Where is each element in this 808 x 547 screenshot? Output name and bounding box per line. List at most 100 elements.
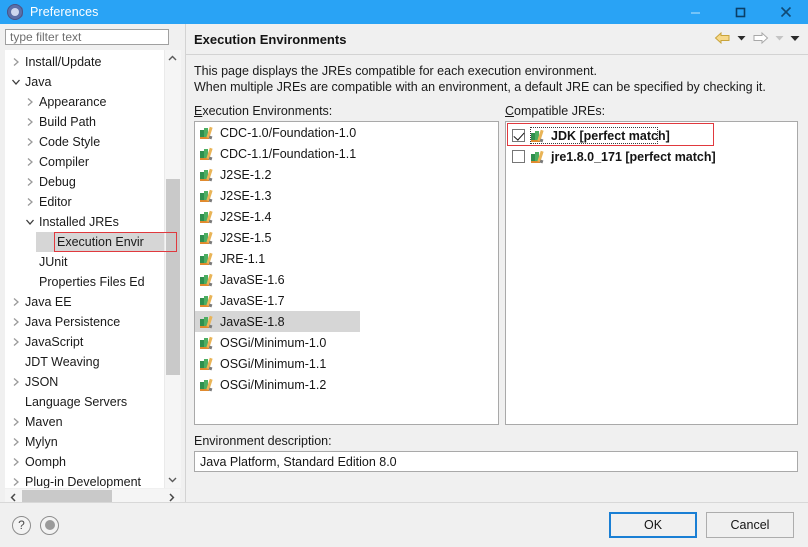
execution-environment-item[interactable]: J2SE-1.4 bbox=[195, 206, 498, 227]
back-menu-chevron-down-icon[interactable] bbox=[734, 28, 748, 48]
close-icon[interactable] bbox=[763, 0, 808, 24]
checkbox-unchecked[interactable] bbox=[512, 150, 525, 163]
sidebar-item-code-style[interactable]: Code Style bbox=[5, 132, 164, 152]
chevron-right-icon[interactable] bbox=[23, 157, 37, 167]
sidebar-item-execution-envir[interactable]: Execution Envir bbox=[5, 232, 164, 252]
sidebar-item-label: Appearance bbox=[39, 95, 107, 109]
sidebar-item-maven[interactable]: Maven bbox=[5, 412, 164, 432]
execution-environment-item[interactable]: OSGi/Minimum-1.1 bbox=[195, 353, 498, 374]
sidebar-item-oomph[interactable]: Oomph bbox=[5, 452, 164, 472]
chevron-right-icon[interactable] bbox=[9, 437, 23, 447]
tree-scroll-thumb[interactable] bbox=[165, 179, 180, 375]
sidebar-item-jdt-weaving[interactable]: JDT Weaving bbox=[5, 352, 164, 372]
sidebar-item-label: Execution Envir bbox=[57, 235, 144, 249]
sidebar-item-appearance[interactable]: Appearance bbox=[5, 92, 164, 112]
chevron-down-icon[interactable] bbox=[23, 218, 37, 226]
sidebar-item-java[interactable]: Java bbox=[5, 72, 164, 92]
jre-library-icon bbox=[200, 294, 216, 308]
sidebar-item-json[interactable]: JSON bbox=[5, 372, 164, 392]
execution-environment-item[interactable]: J2SE-1.3 bbox=[195, 185, 498, 206]
minimize-icon[interactable] bbox=[673, 0, 718, 24]
chevron-right-icon[interactable] bbox=[9, 297, 23, 307]
scroll-down-icon[interactable] bbox=[164, 471, 181, 488]
chevron-right-icon[interactable] bbox=[9, 417, 23, 427]
checkbox-checked[interactable] bbox=[512, 129, 525, 142]
sidebar-item-build-path[interactable]: Build Path bbox=[5, 112, 164, 132]
chevron-right-icon[interactable] bbox=[9, 457, 23, 467]
sidebar-item-javascript[interactable]: JavaScript bbox=[5, 332, 164, 352]
execution-environment-item[interactable]: JavaSE-1.7 bbox=[195, 290, 498, 311]
chevron-right-icon[interactable] bbox=[9, 377, 23, 387]
cancel-button[interactable]: Cancel bbox=[706, 512, 794, 538]
execution-environment-item[interactable]: J2SE-1.2 bbox=[195, 164, 498, 185]
jre-library-icon bbox=[200, 168, 216, 182]
scroll-up-icon[interactable] bbox=[164, 50, 181, 67]
gear-icon bbox=[7, 4, 23, 20]
sidebar-item-compiler[interactable]: Compiler bbox=[5, 152, 164, 172]
execution-environment-item[interactable]: J2SE-1.5 bbox=[195, 227, 498, 248]
focus-outline bbox=[530, 127, 658, 144]
maximize-icon[interactable] bbox=[718, 0, 763, 24]
execution-environment-label: J2SE-1.2 bbox=[220, 167, 272, 182]
chevron-right-icon[interactable] bbox=[23, 197, 37, 207]
apply-icon[interactable] bbox=[40, 515, 59, 535]
filter-input[interactable] bbox=[5, 29, 169, 45]
sidebar-item-debug[interactable]: Debug bbox=[5, 172, 164, 192]
title-bar: Preferences bbox=[0, 0, 808, 24]
scroll-left-icon[interactable] bbox=[5, 489, 22, 502]
tree-vertical-scrollbar[interactable] bbox=[164, 50, 181, 488]
chevron-right-icon[interactable] bbox=[23, 137, 37, 147]
sidebar-item-properties-files-ed[interactable]: Properties Files Ed bbox=[5, 272, 164, 292]
back-arrow-icon[interactable] bbox=[712, 28, 732, 48]
sidebar-item-java-persistence[interactable]: Java Persistence bbox=[5, 312, 164, 332]
page-title: Execution Environments bbox=[194, 31, 347, 47]
environment-description-label: Environment description: bbox=[194, 434, 332, 448]
help-icon[interactable]: ? bbox=[12, 515, 31, 535]
compatible-jre-item[interactable]: JDK [perfect match] bbox=[506, 125, 797, 146]
execution-environment-item[interactable]: JRE-1.1 bbox=[195, 248, 498, 269]
tree-viewport: Install/Update Java Appearance Build Path Co… bbox=[5, 50, 164, 488]
execution-environment-item[interactable]: JavaSE-1.6 bbox=[195, 269, 498, 290]
sidebar-item-editor[interactable]: Editor bbox=[5, 192, 164, 212]
sidebar-item-installed-jres[interactable]: Installed JREs bbox=[5, 212, 164, 232]
execution-environment-item[interactable]: JavaSE-1.8 bbox=[195, 311, 360, 332]
execution-environment-label: CDC-1.0/Foundation-1.0 bbox=[220, 125, 357, 140]
view-menu-chevron-down-icon[interactable] bbox=[788, 28, 802, 48]
tree-scroll-track[interactable] bbox=[164, 67, 181, 471]
chevron-right-icon[interactable] bbox=[9, 477, 23, 487]
chevron-right-icon[interactable] bbox=[23, 117, 37, 127]
ok-button[interactable]: OK bbox=[609, 512, 697, 538]
sidebar-item-install-update[interactable]: Install/Update bbox=[5, 52, 164, 72]
compatible-jres-list[interactable]: JDK [perfect match] jre1.8.0_171 [perfect… bbox=[505, 121, 798, 425]
scroll-right-icon[interactable] bbox=[163, 489, 180, 502]
chevron-right-icon[interactable] bbox=[9, 57, 23, 67]
h-scroll-thumb[interactable] bbox=[22, 490, 112, 502]
forward-arrow-icon[interactable] bbox=[750, 28, 770, 48]
jre-library-icon bbox=[200, 273, 216, 287]
forward-menu-chevron-down-icon[interactable] bbox=[772, 28, 786, 48]
sidebar-item-junit[interactable]: JUnit bbox=[5, 252, 164, 272]
execution-environments-list[interactable]: CDC-1.0/Foundation-1.0 CDC-1.1/Foundation… bbox=[194, 121, 499, 425]
execution-environment-item[interactable]: OSGi/Minimum-1.2 bbox=[195, 374, 498, 395]
compatible-jre-item[interactable]: jre1.8.0_171 [perfect match] bbox=[506, 146, 797, 167]
chevron-right-icon[interactable] bbox=[23, 177, 37, 187]
chevron-right-icon[interactable] bbox=[23, 97, 37, 107]
sidebar-item-language-servers[interactable]: Language Servers bbox=[5, 392, 164, 412]
compatible-jres-section: Compatible JREs: JDK [perfect match] jre1… bbox=[505, 104, 798, 425]
chevron-right-icon[interactable] bbox=[9, 317, 23, 327]
footer-buttons: OK Cancel bbox=[609, 512, 794, 538]
chevron-right-icon[interactable] bbox=[9, 337, 23, 347]
sidebar-item-java-ee[interactable]: Java EE bbox=[5, 292, 164, 312]
execution-environment-item[interactable]: OSGi/Minimum-1.0 bbox=[195, 332, 498, 353]
jre-library-icon bbox=[200, 210, 216, 224]
sidebar-item-plug-in-development[interactable]: Plug-in Development bbox=[5, 472, 164, 488]
execution-environment-item[interactable]: CDC-1.0/Foundation-1.0 bbox=[195, 122, 498, 143]
chevron-down-icon[interactable] bbox=[9, 78, 23, 86]
execution-environment-item[interactable]: CDC-1.1/Foundation-1.1 bbox=[195, 143, 498, 164]
tree-horizontal-scrollbar[interactable] bbox=[5, 489, 180, 502]
execution-environments-label: Execution Environments: bbox=[194, 104, 333, 118]
jre-library-icon bbox=[200, 315, 216, 329]
h-scroll-track[interactable] bbox=[22, 489, 163, 502]
sidebar-item-mylyn[interactable]: Mylyn bbox=[5, 432, 164, 452]
execution-environment-label: J2SE-1.5 bbox=[220, 230, 272, 245]
